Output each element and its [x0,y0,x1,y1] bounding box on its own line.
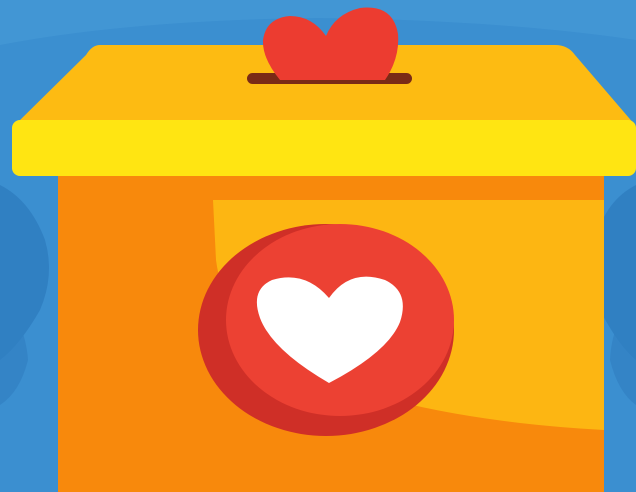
donation-illustration [0,0,636,492]
heart-badge [198,224,454,436]
box-lid-front [12,120,636,176]
